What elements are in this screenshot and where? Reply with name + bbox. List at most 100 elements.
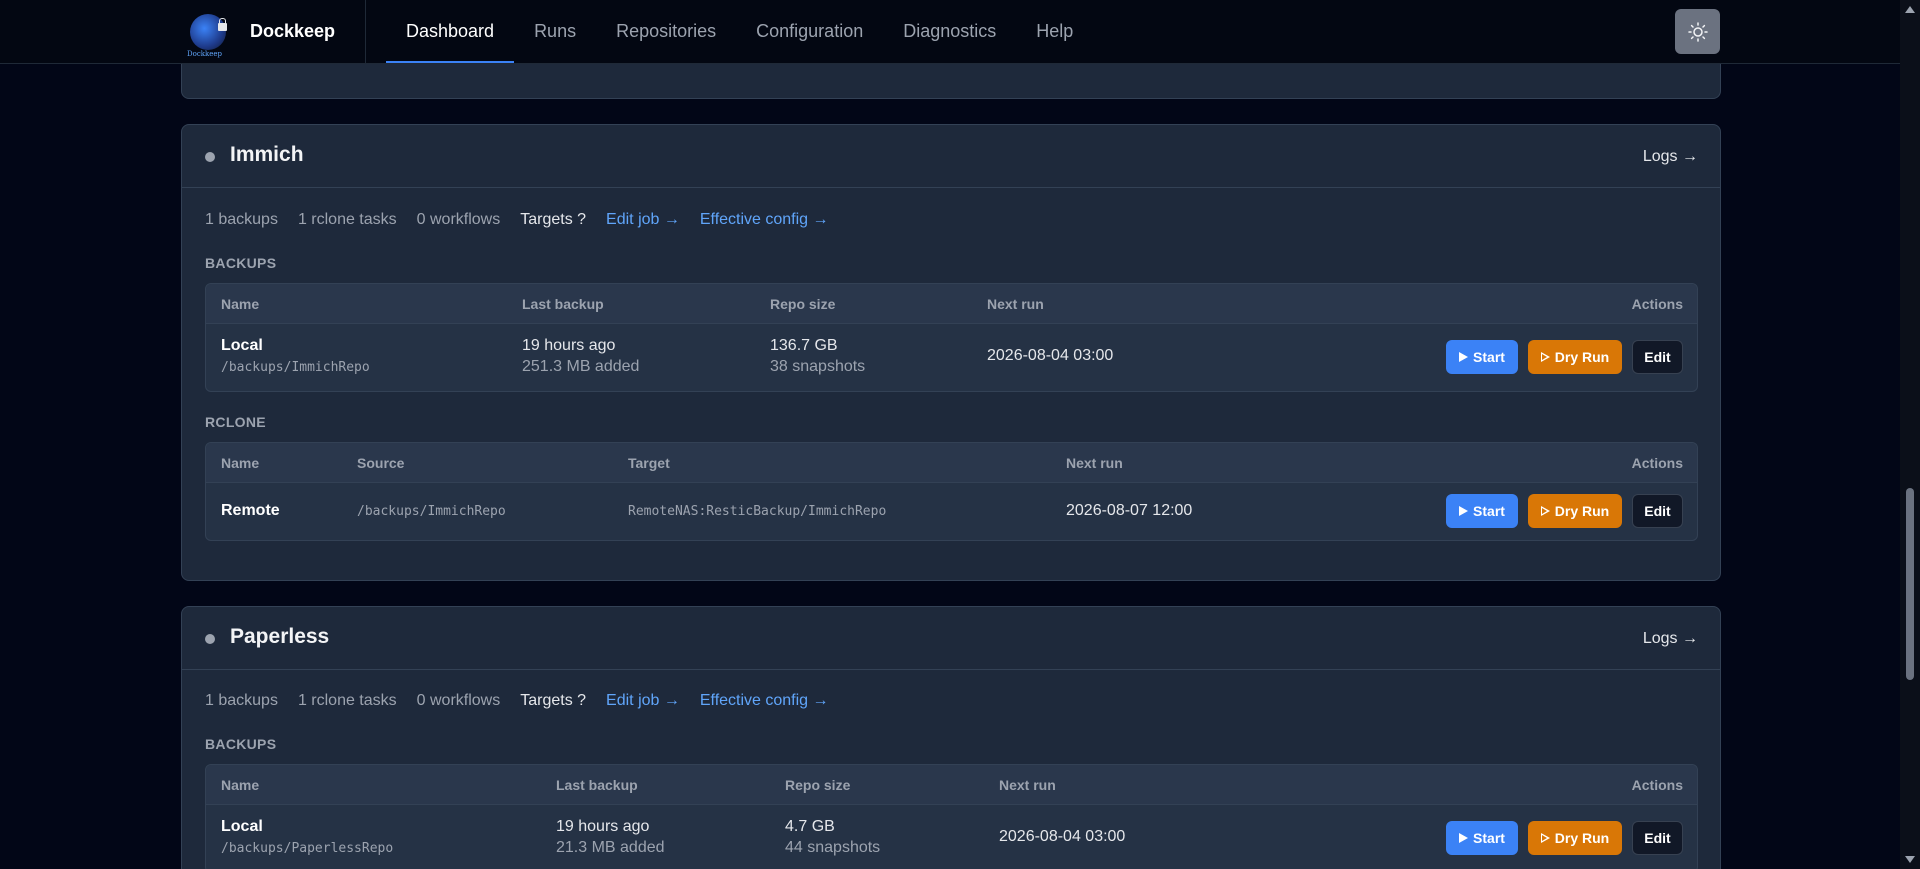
edit-button[interactable]: Edit <box>1632 821 1683 855</box>
logo-wordmark: Dockkeep <box>187 49 222 58</box>
repo-size: 4.7 GB <box>785 818 835 835</box>
table-header: Name Source Target Next run Actions <box>206 443 1697 483</box>
col-actions: Actions <box>1631 777 1683 793</box>
col-last-backup: Last backup <box>522 296 604 312</box>
status-dot <box>205 152 215 162</box>
col-name: Name <box>221 777 260 793</box>
job-card-header: Immich Logs → <box>182 125 1720 188</box>
logs-link[interactable]: Logs → <box>1643 630 1698 648</box>
app-name: Dockkeep <box>250 21 336 41</box>
job-summary: 1 backups 1 rclone tasks 0 workflows Tar… <box>205 211 849 229</box>
job-title: Immich <box>230 143 304 166</box>
table-header: Name Last backup Repo size Next run Acti… <box>206 765 1697 805</box>
play-outline-icon <box>1540 833 1550 843</box>
col-next-run: Next run <box>1066 455 1123 471</box>
logs-link[interactable]: Logs → <box>1643 148 1698 166</box>
lock-icon <box>218 17 227 31</box>
snapshot-count: 38 snapshots <box>770 358 866 375</box>
col-source: Source <box>357 455 405 471</box>
job-card-paperless: Paperless Logs → 1 backups 1 rclone task… <box>181 606 1721 869</box>
repo-size: 136.7 GB <box>770 337 838 354</box>
scroll-down-arrow-icon[interactable] <box>1905 856 1915 863</box>
col-target: Target <box>628 455 670 471</box>
backups-table: Name Last backup Repo size Next run Acti… <box>205 283 1698 392</box>
col-next-run: Next run <box>999 777 1056 793</box>
job-card-immich: Immich Logs → 1 backups 1 rclone tasks 0… <box>181 124 1721 581</box>
backup-path: /backups/PaperlessRepo <box>221 841 394 856</box>
backups-table: Name Last backup Repo size Next run Acti… <box>205 764 1698 869</box>
table-header: Name Last backup Repo size Next run Acti… <box>206 284 1697 324</box>
row-actions: Start Dry Run Edit <box>1436 340 1683 374</box>
added-size: 21.3 MB added <box>556 839 665 856</box>
backup-path: /backups/ImmichRepo <box>221 360 370 375</box>
play-outline-icon <box>1540 352 1550 362</box>
start-button[interactable]: Start <box>1446 494 1518 528</box>
edit-button[interactable]: Edit <box>1632 494 1683 528</box>
rclone-target: RemoteNAS:ResticBackup/ImmichRepo <box>628 504 887 519</box>
rclone-section-label: RCLONE <box>205 414 266 430</box>
start-button[interactable]: Start <box>1446 821 1518 855</box>
row-actions: Start Dry Run Edit <box>1436 821 1683 855</box>
workflows-count: 0 workflows <box>416 211 501 228</box>
start-button[interactable]: Start <box>1446 340 1518 374</box>
rclone-count: 1 rclone tasks <box>297 692 397 709</box>
last-backup: 19 hours ago <box>522 337 616 354</box>
play-icon <box>1459 833 1469 843</box>
dry-run-button[interactable]: Dry Run <box>1528 494 1622 528</box>
col-name: Name <box>221 296 260 312</box>
play-outline-icon <box>1540 506 1550 516</box>
table-row: Local /backups/PaperlessRepo 19 hours ag… <box>206 805 1697 869</box>
play-icon <box>1459 506 1469 516</box>
scroll-thumb[interactable] <box>1906 488 1914 680</box>
nav-dashboard[interactable]: Dashboard <box>386 0 515 63</box>
backups-count: 1 backups <box>205 692 278 709</box>
next-run: 2026-08-07 12:00 <box>1066 502 1193 519</box>
col-actions: Actions <box>1631 296 1683 312</box>
nav-diagnostics[interactable]: Diagnostics <box>883 0 1016 63</box>
nav-help[interactable]: Help <box>1016 0 1093 63</box>
effective-config-link[interactable]: Effective config → <box>700 211 829 229</box>
added-size: 251.3 MB added <box>522 358 640 375</box>
logo: Dockkeep <box>187 13 227 58</box>
next-run: 2026-08-04 03:00 <box>987 347 1114 364</box>
col-name: Name <box>221 455 260 471</box>
backups-count: 1 backups <box>205 211 278 228</box>
effective-config-link[interactable]: Effective config → <box>700 692 829 710</box>
edit-button[interactable]: Edit <box>1632 340 1683 374</box>
nav-repositories[interactable]: Repositories <box>596 0 736 63</box>
next-run: 2026-08-04 03:00 <box>999 828 1126 845</box>
row-actions: Start Dry Run Edit <box>1436 494 1683 528</box>
dry-run-button[interactable]: Dry Run <box>1528 821 1622 855</box>
table-row: Remote /backups/ImmichRepo RemoteNAS:Res… <box>206 483 1697 540</box>
main-nav: Dashboard Runs Repositories Configuratio… <box>386 0 1093 63</box>
nav-runs[interactable]: Runs <box>514 0 596 63</box>
snapshot-count: 44 snapshots <box>785 839 881 856</box>
edit-job-link[interactable]: Edit job → <box>606 692 680 710</box>
backup-name: Local <box>221 818 263 835</box>
targets-help[interactable]: Targets ? <box>520 211 586 229</box>
edit-job-link[interactable]: Edit job → <box>606 211 680 229</box>
play-icon <box>1459 352 1469 362</box>
page-scrollbar[interactable] <box>1900 0 1920 869</box>
top-nav-bar: Dockkeep Dockkeep Dashboard Runs Reposit… <box>0 0 1900 64</box>
col-actions: Actions <box>1631 455 1683 471</box>
nav-configuration[interactable]: Configuration <box>736 0 883 63</box>
backups-section-label: BACKUPS <box>205 255 277 271</box>
last-backup: 19 hours ago <box>556 818 650 835</box>
job-card-header: Paperless Logs → <box>182 607 1720 670</box>
rclone-name: Remote <box>221 502 280 519</box>
brand[interactable]: Dockkeep Dockkeep <box>187 0 366 63</box>
job-summary: 1 backups 1 rclone tasks 0 workflows Tar… <box>205 692 849 710</box>
col-repo-size: Repo size <box>770 296 836 312</box>
theme-toggle-button[interactable] <box>1675 9 1720 54</box>
backups-section-label: BACKUPS <box>205 736 277 752</box>
table-row: Local /backups/ImmichRepo 19 hours ago 2… <box>206 324 1697 391</box>
targets-help[interactable]: Targets ? <box>520 692 586 710</box>
rclone-source: /backups/ImmichRepo <box>357 504 506 519</box>
scroll-up-arrow-icon[interactable] <box>1905 6 1915 13</box>
status-dot <box>205 634 215 644</box>
rclone-count: 1 rclone tasks <box>297 211 397 228</box>
dry-run-button[interactable]: Dry Run <box>1528 340 1622 374</box>
col-next-run: Next run <box>987 296 1044 312</box>
sun-icon <box>1687 21 1708 42</box>
